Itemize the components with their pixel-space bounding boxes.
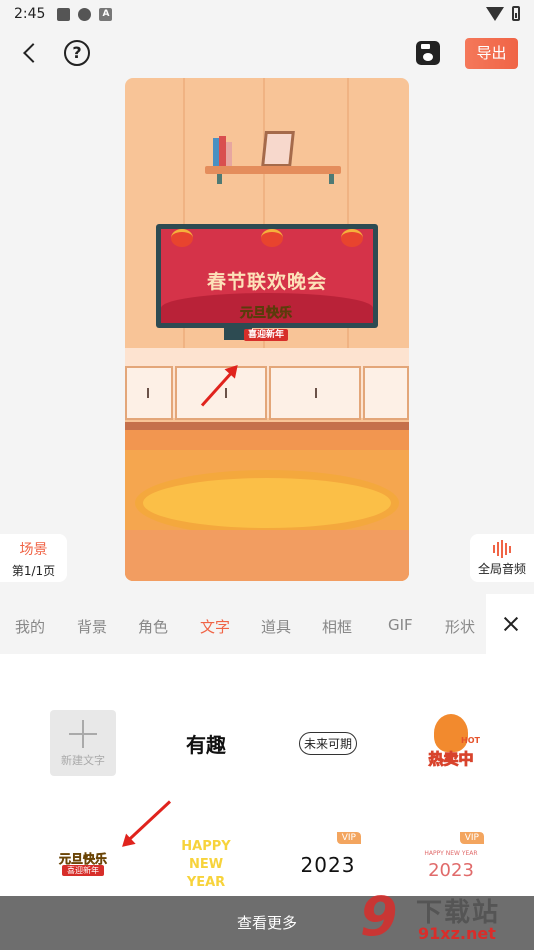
tab-frame[interactable]: 相框 (322, 616, 352, 637)
global-audio-label: 全局音频 (477, 562, 526, 576)
top-toolbar: ? 导出 (0, 30, 534, 76)
watermark-logo: 9 下载站 91xz.net (360, 888, 530, 948)
a-status-icon: A (99, 7, 113, 21)
sticker-yuandan[interactable]: 元旦快乐 喜迎新年 (50, 832, 116, 898)
sticker-label: 2023 (300, 853, 356, 877)
global-audio-button[interactable]: 全局音频 (470, 534, 534, 582)
floor-front (125, 530, 409, 581)
tv-title: 春节联欢晚会 (206, 271, 327, 293)
floor (125, 430, 409, 450)
cabinet-door (269, 366, 361, 420)
close-icon (503, 616, 519, 632)
plus-icon (69, 720, 97, 748)
flame-icon (434, 714, 468, 752)
tab-character[interactable]: 角色 (138, 616, 168, 637)
scene-canvas[interactable]: 春节联欢晚会 元旦快乐 喜迎新年 (125, 78, 409, 581)
tab-gif[interactable]: GIF (388, 616, 413, 634)
lantern-icon (261, 229, 283, 247)
books (213, 136, 239, 166)
watermark-sub: 91xz.net (418, 924, 496, 943)
sticker-label: 未来可期 (298, 731, 357, 755)
tab-props[interactable]: 道具 (261, 616, 291, 637)
sticker-main-text: 元旦快乐 (239, 306, 293, 322)
scene-page: 第1/1页 (11, 564, 56, 578)
watermark-nine: 9 (360, 885, 398, 948)
sticker-panel: 新建文字 有趣 未来可期 HOT 热卖中 元旦快乐 喜迎新年 HAPPY NEW… (0, 654, 534, 898)
sticker-label: 热卖中 (428, 750, 474, 769)
save-icon[interactable] (416, 41, 440, 65)
tab-mine[interactable]: 我的 (15, 616, 45, 637)
canvas-sticker-yuandan[interactable]: 元旦快乐 喜迎新年 (225, 306, 307, 341)
tab-shape[interactable]: 形状 (445, 616, 475, 637)
sticker-label: 有趣 (186, 732, 226, 757)
shelf-bracket (217, 174, 222, 184)
status-time: 2:45 (14, 6, 46, 22)
sticker-happy-new-year[interactable]: HAPPY NEW YEAR (173, 832, 239, 898)
vip-badge: VIP (459, 832, 484, 844)
lantern-icon (341, 229, 363, 247)
cabinet-door (363, 366, 409, 420)
cabinet-door (125, 366, 173, 420)
tab-background[interactable]: 背景 (77, 616, 107, 637)
picture-frame (261, 131, 295, 167)
rug (135, 470, 399, 536)
lantern-icon (171, 229, 193, 247)
audio-wave-icon (493, 540, 511, 558)
notification-icon (57, 7, 71, 21)
sticker-youqu[interactable]: 有趣 (173, 710, 239, 776)
new-text-button[interactable]: 新建文字 (50, 710, 116, 776)
battery-icon (512, 6, 520, 21)
sticker-remai[interactable]: HOT 热卖中 (418, 710, 484, 776)
sticker-sub-text: 喜迎新年 (243, 329, 288, 341)
sticker-sub-label: 喜迎新年 (62, 865, 104, 876)
export-button[interactable]: 导出 (465, 38, 518, 69)
sticker-2023[interactable]: VIP 2023 (295, 832, 361, 898)
sticker-small-label: HAPPY NEW YEAR (424, 850, 478, 857)
sticker-label: HAPPY NEW YEAR (181, 839, 231, 890)
close-panel-button[interactable] (486, 594, 534, 654)
cabinet-door (175, 366, 267, 420)
shelf-bracket (329, 174, 334, 184)
wall-shelf (205, 166, 341, 174)
scene-button[interactable]: 场景 第1/1页 (0, 534, 67, 582)
sticker-label: 2023 (428, 860, 474, 881)
category-tabs: 我的 背景 角色 文字 道具 相框 GIF 形状 (0, 594, 534, 654)
wifi-icon (486, 6, 504, 21)
new-text-label: 新建文字 (61, 754, 105, 767)
help-icon[interactable]: ? (64, 40, 90, 66)
status-bar: 2:45 A (0, 0, 534, 28)
back-icon[interactable] (18, 40, 44, 66)
sticker-hot: HOT (461, 736, 480, 745)
sticker-weilai[interactable]: 未来可期 (295, 710, 361, 776)
scene-title: 场景 (19, 542, 48, 558)
settings-status-icon (78, 7, 92, 21)
tab-text[interactable]: 文字 (200, 616, 230, 637)
floor-edge (125, 422, 409, 430)
